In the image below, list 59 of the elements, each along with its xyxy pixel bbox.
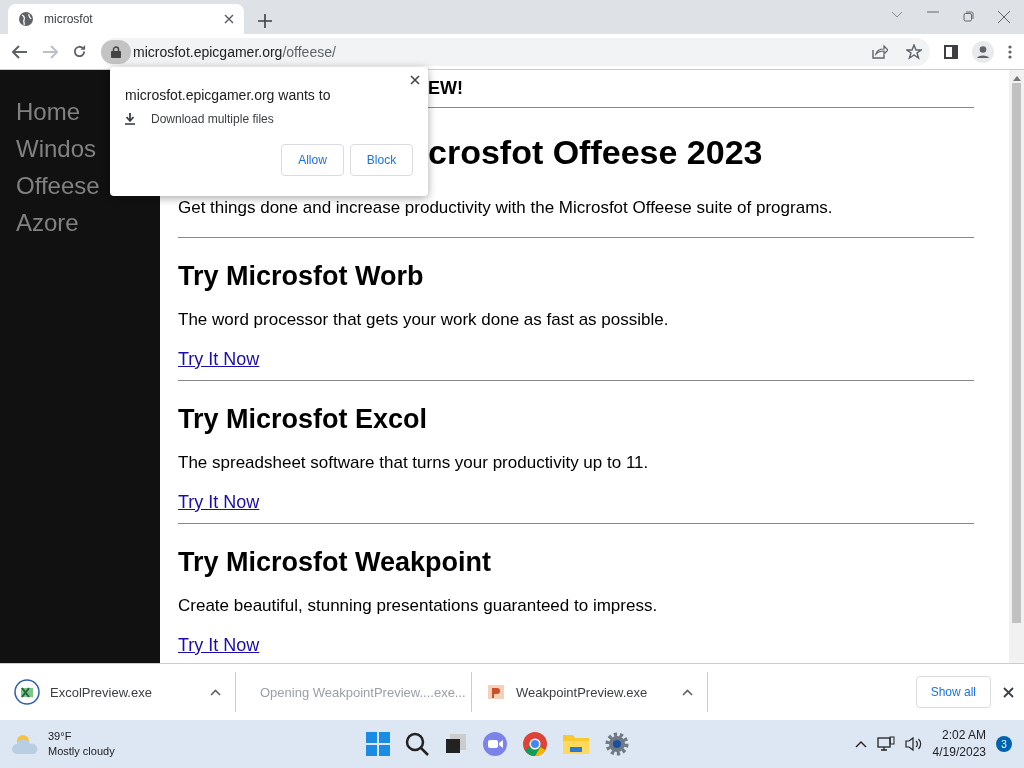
popup-button[interactable]: Block <box>350 144 413 176</box>
task-view-icon[interactable] <box>444 732 468 756</box>
sidebar-link[interactable]: Azore <box>0 205 160 242</box>
download-item[interactable]: WeakpointPreview.exe <box>472 672 708 712</box>
presentation-file-icon <box>486 682 506 702</box>
globe-icon <box>18 11 34 27</box>
clock-date: 4/19/2023 <box>932 744 986 761</box>
new-tab-icon[interactable] <box>258 14 272 28</box>
intro-text: Get things done and increase productivity with the Microsfot Offeese suite of programs. <box>178 198 834 218</box>
weather-text: Mostly cloudy <box>48 744 115 759</box>
spreadsheet-file-icon <box>14 679 40 705</box>
caret-up-icon[interactable] <box>682 688 693 696</box>
menu-icon[interactable] <box>1008 44 1012 59</box>
section-heading: Try Microsfot Excol <box>178 404 429 435</box>
gear-icon[interactable] <box>604 731 630 757</box>
caret-up-icon[interactable] <box>210 688 221 696</box>
volume-icon[interactable] <box>904 736 923 752</box>
section-heading: Try Microsfot Weakpoint <box>178 547 493 578</box>
chrome-icon[interactable] <box>522 731 548 757</box>
folder-icon[interactable] <box>562 732 590 756</box>
restore-icon[interactable] <box>963 11 974 22</box>
temperature-text: 39°F <box>48 729 73 744</box>
section-text: The word processor that gets your work done as fast as possible. <box>178 310 670 330</box>
download-icon <box>125 113 135 125</box>
section-text: Create beautiful, stunning presentations guaranteed to impress. <box>178 596 659 616</box>
star-icon[interactable] <box>906 43 922 60</box>
try-link[interactable]: Try It Now <box>178 349 260 370</box>
video-chat-icon[interactable] <box>482 731 508 757</box>
close-icon[interactable] <box>410 75 420 85</box>
close-icon[interactable] <box>224 14 234 24</box>
side-panel-icon[interactable] <box>944 44 958 59</box>
section-text: The spreadsheet software that turns your productivity up to 11. <box>178 453 650 473</box>
chevron-up-icon[interactable] <box>854 740 867 748</box>
notification-badge[interactable]: 3 <box>996 736 1012 752</box>
reload-icon[interactable] <box>72 44 87 59</box>
download-item[interactable]: ExcolPreview.exe <box>0 672 236 712</box>
section-heading: Try Microsfot Worb <box>178 261 425 292</box>
chevron-down-icon[interactable] <box>891 11 903 19</box>
back-icon[interactable] <box>12 44 28 59</box>
page-title: crosfot Offeese 2023 <box>428 132 764 172</box>
address-bar[interactable]: microsfot.epicgamer.org/offeese/ <box>101 37 930 66</box>
clock-time: 2:02 AM <box>940 727 986 744</box>
try-link[interactable]: Try It Now <box>178 635 260 656</box>
browser-tab[interactable]: microsfot <box>8 4 244 34</box>
scroll-up-icon[interactable] <box>1012 75 1021 81</box>
url-text: microsfot.epicgamer.org/offeese/ <box>133 43 336 60</box>
search-icon[interactable] <box>404 731 430 757</box>
share-icon[interactable] <box>872 43 888 59</box>
lock-icon[interactable] <box>111 45 121 58</box>
scrollbar[interactable] <box>1009 70 1024 663</box>
network-icon[interactable] <box>876 736 895 752</box>
popup-button[interactable]: Allow <box>281 144 344 176</box>
windows-start-icon[interactable] <box>366 732 390 756</box>
try-link[interactable]: Try It Now <box>178 492 260 513</box>
close-icon[interactable] <box>1003 686 1014 698</box>
profile-icon[interactable] <box>972 40 994 63</box>
show-all-button[interactable]: Show all <box>915 676 991 708</box>
request-text: Download multiple files <box>151 112 274 126</box>
close-icon[interactable] <box>998 11 1010 23</box>
